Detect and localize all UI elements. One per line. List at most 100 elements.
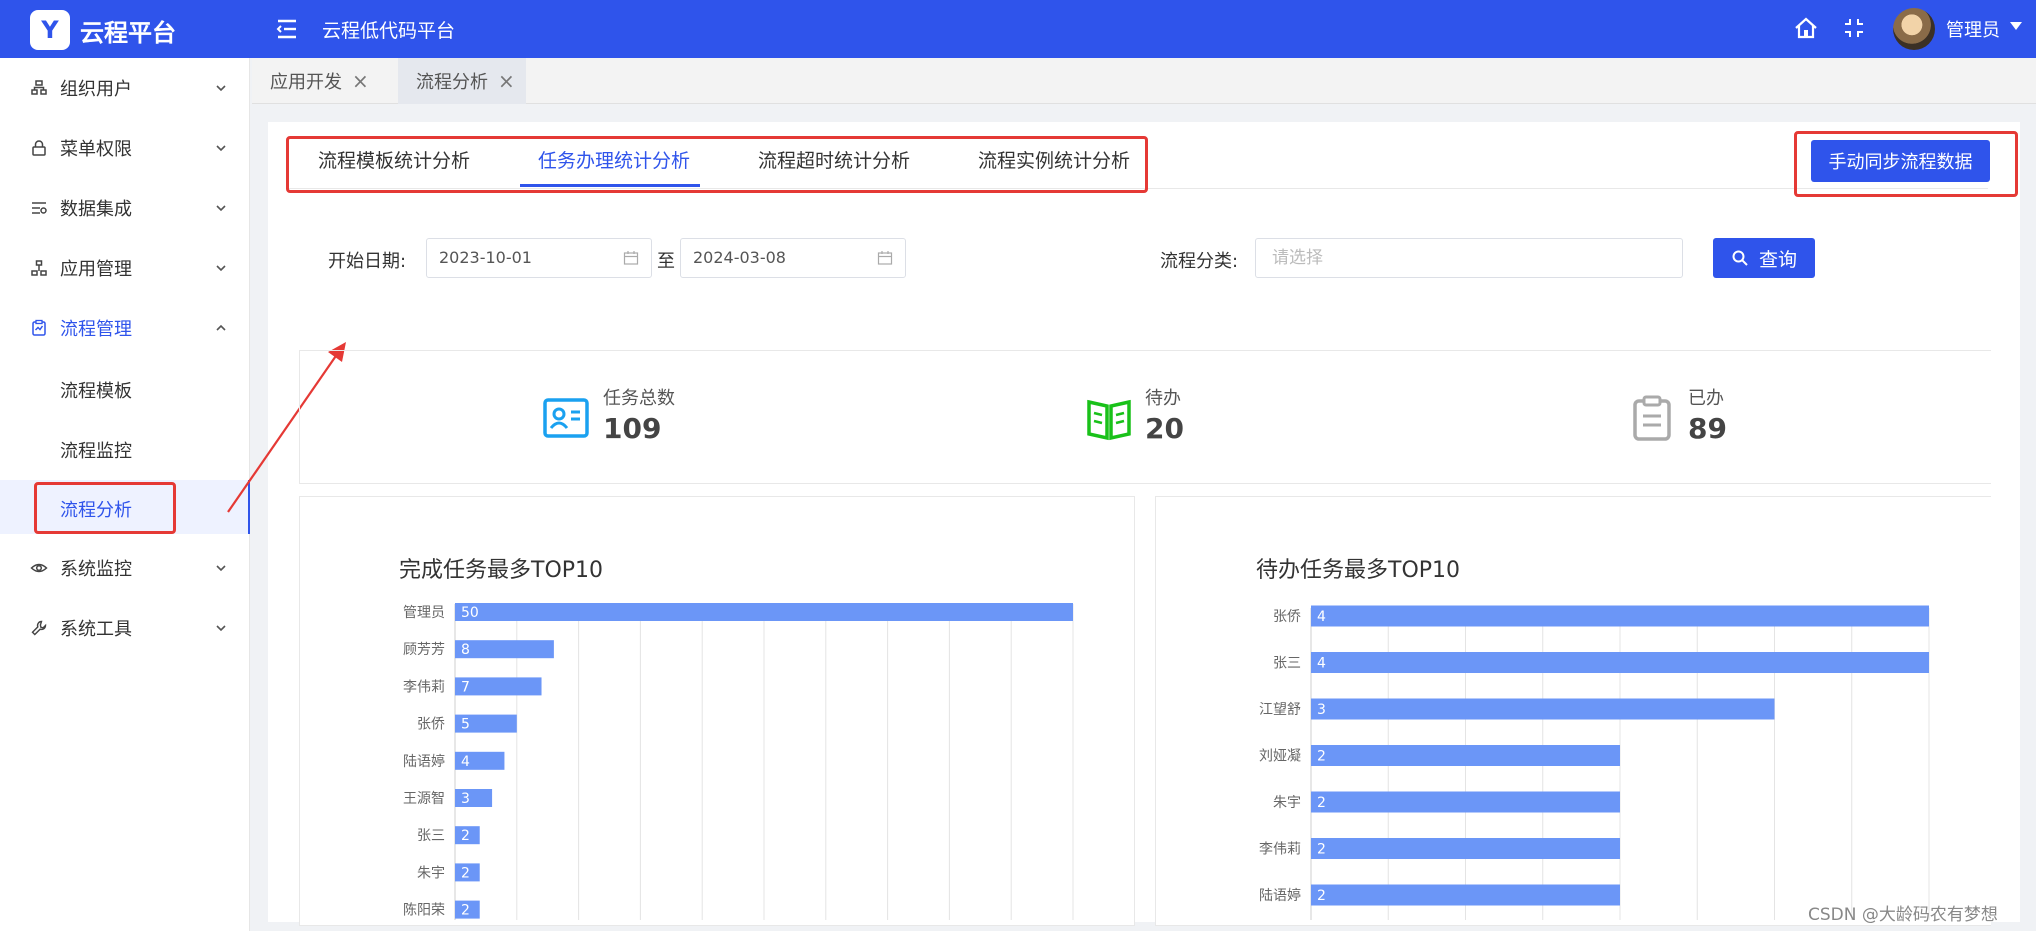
sidebar-subitem-flow-template[interactable]: 流程模板 <box>0 360 250 416</box>
chart-title-completed: 完成任务最多TOP10 <box>399 558 604 583</box>
sidebar-item-label: 流程模板 <box>60 381 132 402</box>
y-tick-label: 顾芳芳 <box>403 641 445 658</box>
highlight-box-sidebar <box>34 482 176 534</box>
bar-value-label: 3 <box>461 791 470 807</box>
y-tick-label: 张侨 <box>417 717 445 733</box>
bar-value-label: 7 <box>461 679 470 695</box>
sidebar-item-menu-permission[interactable]: 菜单权限 <box>0 118 250 178</box>
sidebar-item-org[interactable]: 组织用户 <box>0 58 250 118</box>
avatar[interactable] <box>1893 8 1935 50</box>
page-tabs-bar: 应用开发 × 流程分析 × <box>252 58 2036 104</box>
chevron-down-icon <box>216 205 226 212</box>
chevron-down-icon <box>216 565 226 572</box>
page-title: 云程低代码平台 <box>322 20 456 42</box>
chart-completed-top10: 管理员 50 顾芳芳 8 李伟莉 7 张侨 5 陆语婷 4 王源智 3 张三 2 朱宇 2 陈阳荣 2 <box>403 603 1074 920</box>
query-button-label: 查询 <box>1758 248 1797 271</box>
page-tab-app-dev[interactable]: 应用开发 × <box>252 58 376 104</box>
chart-pending-top10: 张侨 4 张三 4 江望舒 3 刘娅凝 2 朱宇 2 李伟莉 2 陆语婷 2 <box>1259 605 1930 920</box>
sidebar-subitem-flow-monitor[interactable]: 流程监控 <box>0 420 250 476</box>
id-card-icon <box>543 398 589 438</box>
user-name[interactable]: 管理员 <box>1946 16 2000 42</box>
highlight-box-sync <box>1794 131 2018 197</box>
calendar-icon <box>623 251 639 265</box>
query-button[interactable]: 查询 <box>1713 238 1815 278</box>
bar-value-label: 4 <box>461 754 470 770</box>
y-tick-label: 李伟莉 <box>1259 842 1301 858</box>
brand[interactable]: Y 云程平台 <box>30 10 176 50</box>
bar-value-label: 4 <box>1317 656 1326 672</box>
bar-value-label: 4 <box>1317 609 1326 625</box>
sidebar-item-label: 数据集成 <box>60 199 132 220</box>
stat-todo-label: 待办 <box>1145 388 1181 409</box>
y-tick-label: 王源智 <box>403 791 445 807</box>
calendar-icon <box>877 251 893 265</box>
chevron-down-icon <box>216 145 226 152</box>
sidebar-item-label: 流程管理 <box>60 319 132 340</box>
data-icon <box>32 202 47 214</box>
y-tick-label: 陆语婷 <box>403 754 445 770</box>
top-bar: Y 云程平台 云程低代码平台 管理员 <box>0 0 2036 58</box>
close-icon[interactable]: × <box>498 69 515 93</box>
sidebar-item-label: 组织用户 <box>60 79 132 100</box>
page-tab-flow-analysis[interactable]: 流程分析 × <box>398 58 526 104</box>
sidebar-item-label: 系统监控 <box>60 559 132 580</box>
stat-done-label: 已办 <box>1688 388 1724 409</box>
chevron-down-icon[interactable] <box>2010 22 2022 30</box>
bar <box>1311 698 1775 720</box>
y-tick-label: 朱宇 <box>1273 795 1301 811</box>
sidebar-item-label: 系统工具 <box>60 619 132 640</box>
bar-value-label: 2 <box>461 828 470 844</box>
chevron-down-icon <box>216 265 226 272</box>
start-date-input[interactable]: 2023-10-01 <box>426 238 652 278</box>
bar-value-label: 2 <box>461 865 470 881</box>
y-tick-label: 张侨 <box>1273 609 1301 625</box>
sidebar-item-system-tools[interactable]: 系统工具 <box>0 598 250 658</box>
chevron-down-icon <box>216 85 226 92</box>
close-icon[interactable]: × <box>352 69 369 93</box>
y-tick-label: 陈阳荣 <box>403 902 445 919</box>
bar-value-label: 2 <box>461 903 470 919</box>
category-label: 流程分类: <box>1160 251 1239 272</box>
sidebar-item-app-management[interactable]: 应用管理 <box>0 238 250 298</box>
menu-collapse-icon[interactable] <box>272 14 302 44</box>
sidebar-item-label: 菜单权限 <box>60 139 132 160</box>
search-icon <box>1732 250 1748 266</box>
bar-value-label: 2 <box>1317 888 1326 904</box>
y-tick-label: 江望舒 <box>1259 702 1301 718</box>
bar <box>1311 838 1620 859</box>
start-date-value: 2023-10-01 <box>439 248 532 267</box>
sidebar-item-label: 流程监控 <box>60 441 132 462</box>
bar-value-label: 2 <box>1317 749 1326 765</box>
category-select[interactable]: 请选择 <box>1255 238 1683 278</box>
bar-value-label: 2 <box>1317 795 1326 811</box>
page-tab-label: 应用开发 <box>270 72 342 93</box>
bar <box>1311 652 1929 673</box>
start-date-label: 开始日期: <box>328 251 407 272</box>
app-icon <box>31 260 47 276</box>
stat-done-value: 89 <box>1688 412 1727 445</box>
stat-total-label: 任务总数 <box>603 388 675 409</box>
stat-total-value: 109 <box>603 412 662 445</box>
sidebar-item-data-integration[interactable]: 数据集成 <box>0 178 250 238</box>
bar-value-label: 8 <box>461 642 470 658</box>
bar <box>1311 884 1620 906</box>
date-separator: 至 <box>657 251 675 272</box>
y-tick-label: 朱宇 <box>417 865 445 881</box>
bar-value-label: 5 <box>461 717 470 733</box>
end-date-input[interactable]: 2024-03-08 <box>680 238 906 278</box>
y-tick-label: 李伟莉 <box>403 679 445 695</box>
sidebar-item-flow-management[interactable]: 流程管理 <box>0 298 250 358</box>
y-tick-label: 刘娅凝 <box>1259 749 1301 765</box>
page-tab-label: 流程分析 <box>416 72 488 93</box>
bar-value-label: 3 <box>1317 702 1326 718</box>
bar <box>1311 605 1929 627</box>
y-tick-label: 张三 <box>417 828 445 844</box>
bar-value-label: 2 <box>1317 842 1326 858</box>
watermark: CSDN @大龄码农有梦想 <box>1808 905 1998 925</box>
sidebar-item-system-monitor[interactable]: 系统监控 <box>0 538 250 598</box>
chart-title-pending: 待办任务最多TOP10 <box>1256 558 1461 583</box>
fullscreen-icon[interactable] <box>1840 14 1868 42</box>
chevron-down-icon <box>216 625 226 632</box>
home-icon[interactable] <box>1792 14 1820 42</box>
org-icon <box>31 80 47 95</box>
